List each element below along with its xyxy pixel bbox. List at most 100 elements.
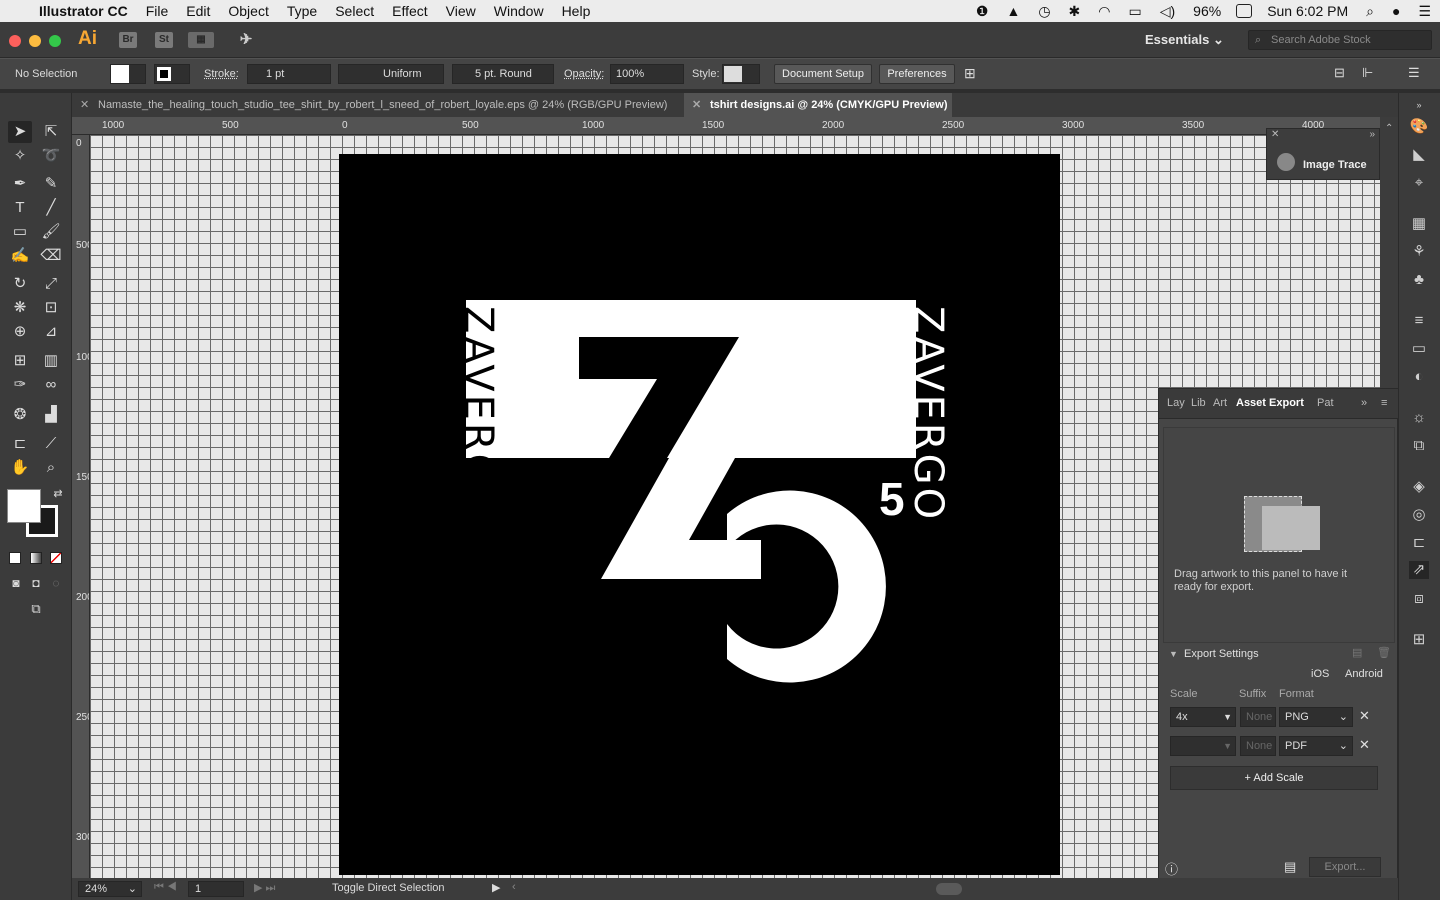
brushes-icon[interactable]: ⚘ [1409, 243, 1429, 261]
suffix-field-2[interactable]: None [1240, 736, 1276, 756]
search-adobe-stock-input[interactable]: ⌕ Search Adobe Stock [1248, 30, 1432, 50]
preferences-button[interactable]: Preferences [879, 64, 955, 84]
layers-icon[interactable]: ◈ [1409, 478, 1429, 496]
image-trace-label[interactable]: Image Trace [1303, 159, 1367, 171]
scroll-up-icon[interactable]: ⌃ [1385, 123, 1393, 134]
arrange-icon[interactable]: ⊞ [964, 65, 976, 82]
collapse-panel-icon[interactable]: » [1369, 129, 1375, 140]
gradient-tool-icon[interactable]: ▥ [39, 350, 63, 372]
drive-icon[interactable]: ▲ [997, 3, 1029, 19]
app-menu[interactable]: Illustrator CC [30, 0, 137, 22]
stroke-weight-field[interactable]: 1 pt [247, 64, 331, 84]
type-tool-icon[interactable]: T [8, 197, 32, 219]
menu-view[interactable]: View [437, 0, 485, 22]
document-setup-button[interactable]: Document Setup [774, 64, 872, 84]
column-graph-tool-icon[interactable]: ▟ [39, 404, 63, 426]
minimize-window-button[interactable] [29, 35, 41, 47]
transform-icon[interactable]: ⊩ [1362, 65, 1373, 81]
rotate-tool-icon[interactable]: ↻ [8, 273, 32, 295]
wifi-icon[interactable]: ◠ [1089, 3, 1119, 20]
export-settings-heading[interactable]: Export Settings [1184, 648, 1259, 660]
zoom-window-button[interactable] [49, 35, 61, 47]
color-mode-icon[interactable] [9, 552, 21, 564]
image-trace-icon[interactable] [1277, 153, 1295, 171]
align-panel-icon[interactable]: ⊞ [1409, 631, 1429, 649]
vertical-ruler[interactable]: 0 500 1000 1500 2000 2500 3000 [72, 135, 90, 878]
opacity-field[interactable]: 100% [610, 64, 684, 84]
menu-edit[interactable]: Edit [177, 0, 219, 22]
airplay-icon[interactable]: ▭ [1119, 3, 1150, 20]
tab-layers[interactable]: Lay [1167, 397, 1185, 409]
tab-libraries[interactable]: Lib [1191, 397, 1206, 409]
bridge-button[interactable]: Br [119, 32, 137, 48]
close-tab-icon[interactable]: ✕ [80, 93, 89, 117]
libraries-icon[interactable]: ◎ [1409, 506, 1429, 524]
onepassword-icon[interactable]: ❶ [967, 3, 998, 20]
zoom-level-field[interactable]: 24% ⌄ [78, 881, 142, 897]
symbols-icon[interactable]: ♣ [1409, 271, 1429, 289]
workspace-switcher[interactable]: Essentials ⌄ [1145, 32, 1224, 48]
suffix-field-1[interactable]: None [1240, 707, 1276, 727]
free-transform-tool-icon[interactable]: ⊡ [39, 297, 63, 319]
horizontal-scroll-thumb[interactable] [936, 883, 962, 895]
tab-namaste-eps[interactable]: ✕ Namaste_the_healing_touch_studio_tee_sh… [72, 93, 684, 117]
direct-selection-tool-icon[interactable]: ⇱ [39, 121, 63, 143]
shape-builder-tool-icon[interactable]: ⊕ [8, 321, 32, 343]
horizontal-ruler[interactable]: 1000 500 0 500 1000 1500 2000 2500 3000 … [72, 117, 1398, 135]
graphic-style-swatch[interactable] [722, 64, 760, 84]
symbol-sprayer-tool-icon[interactable]: ❂ [8, 404, 32, 426]
selection-tool-icon[interactable]: ➤ [8, 121, 32, 143]
shaper-tool-icon[interactable]: ✍ [8, 245, 32, 267]
color-panel-icon[interactable]: 🎨 [1409, 118, 1429, 136]
format-select-2[interactable]: PDF ⌄ [1279, 736, 1353, 756]
scale-field-2[interactable]: ▼ [1170, 736, 1236, 756]
add-scale-button[interactable]: + Add Scale [1170, 766, 1378, 790]
android-button[interactable]: Android [1345, 668, 1383, 680]
tab-asset-export[interactable]: Asset Export [1236, 397, 1304, 409]
close-window-button[interactable] [9, 35, 21, 47]
menu-select[interactable]: Select [326, 0, 383, 22]
eyedropper-tool-icon[interactable]: ✑ [8, 374, 32, 396]
pathfinder-icon[interactable]: ⧈ [1409, 590, 1429, 608]
panel-expand-icon[interactable]: » [1361, 397, 1367, 409]
menu-object[interactable]: Object [219, 0, 277, 22]
paintbrush-tool-icon[interactable]: 🖌 [39, 221, 63, 243]
align-icon[interactable]: ⊟ [1334, 65, 1345, 81]
artboard-tool-icon[interactable]: ⊏ [8, 433, 32, 455]
zoom-tool-icon[interactable]: ⌕ [39, 457, 63, 479]
eraser-tool-icon[interactable]: ⌫ [39, 245, 63, 267]
fill-swatch[interactable] [110, 64, 146, 84]
format-select-1[interactable]: PNG ⌄ [1279, 707, 1353, 727]
status-menu-icon[interactable]: ▶ [492, 881, 500, 894]
info-icon[interactable]: ⓘ [1165, 859, 1178, 878]
spotlight-icon[interactable]: ⌕ [1357, 3, 1383, 20]
fill-color-box[interactable] [7, 489, 41, 523]
opacity-label[interactable]: Opacity: [564, 68, 604, 80]
dock-collapse-icon[interactable]: » [1409, 96, 1429, 114]
mesh-tool-icon[interactable]: ⊞ [8, 350, 32, 372]
lasso-tool-icon[interactable]: ➰ [39, 145, 63, 167]
stroke-label[interactable]: Stroke: [204, 68, 239, 80]
chevron-down-icon[interactable]: ▼ [1223, 737, 1232, 755]
gradient-mode-icon[interactable] [30, 552, 42, 564]
line-tool-icon[interactable]: ╱ [39, 197, 63, 219]
bluetooth-icon[interactable]: ✱ [1060, 3, 1090, 20]
gpu-performance-icon[interactable]: ✈ [237, 32, 255, 48]
asset-export-icon[interactable]: ⇗ [1409, 561, 1429, 579]
arrange-documents-icon[interactable]: ▦ [188, 32, 214, 48]
tab-artboards[interactable]: Art [1213, 397, 1227, 409]
none-mode-icon[interactable] [50, 552, 62, 564]
pen-tool-icon[interactable]: ✒ [8, 173, 32, 195]
clock[interactable]: Sun 6:02 PM [1258, 3, 1357, 19]
warp-tool-icon[interactable]: ❋ [8, 297, 32, 319]
menu-type[interactable]: Type [278, 0, 326, 22]
stock-button[interactable]: St [155, 32, 173, 48]
scale-tool-icon[interactable]: ⤢ [39, 273, 63, 295]
export-for-screens-icon[interactable]: ▤ [1284, 859, 1296, 875]
remove-row-1-icon[interactable]: ✕ [1359, 708, 1370, 724]
menu-window[interactable]: Window [485, 0, 553, 22]
perspective-grid-tool-icon[interactable]: ⊿ [39, 321, 63, 343]
color-guide-icon[interactable]: ◣ [1409, 146, 1429, 164]
volume-icon[interactable]: ◁) [1151, 3, 1184, 20]
panel-menu-icon[interactable]: ≡ [1381, 397, 1387, 409]
